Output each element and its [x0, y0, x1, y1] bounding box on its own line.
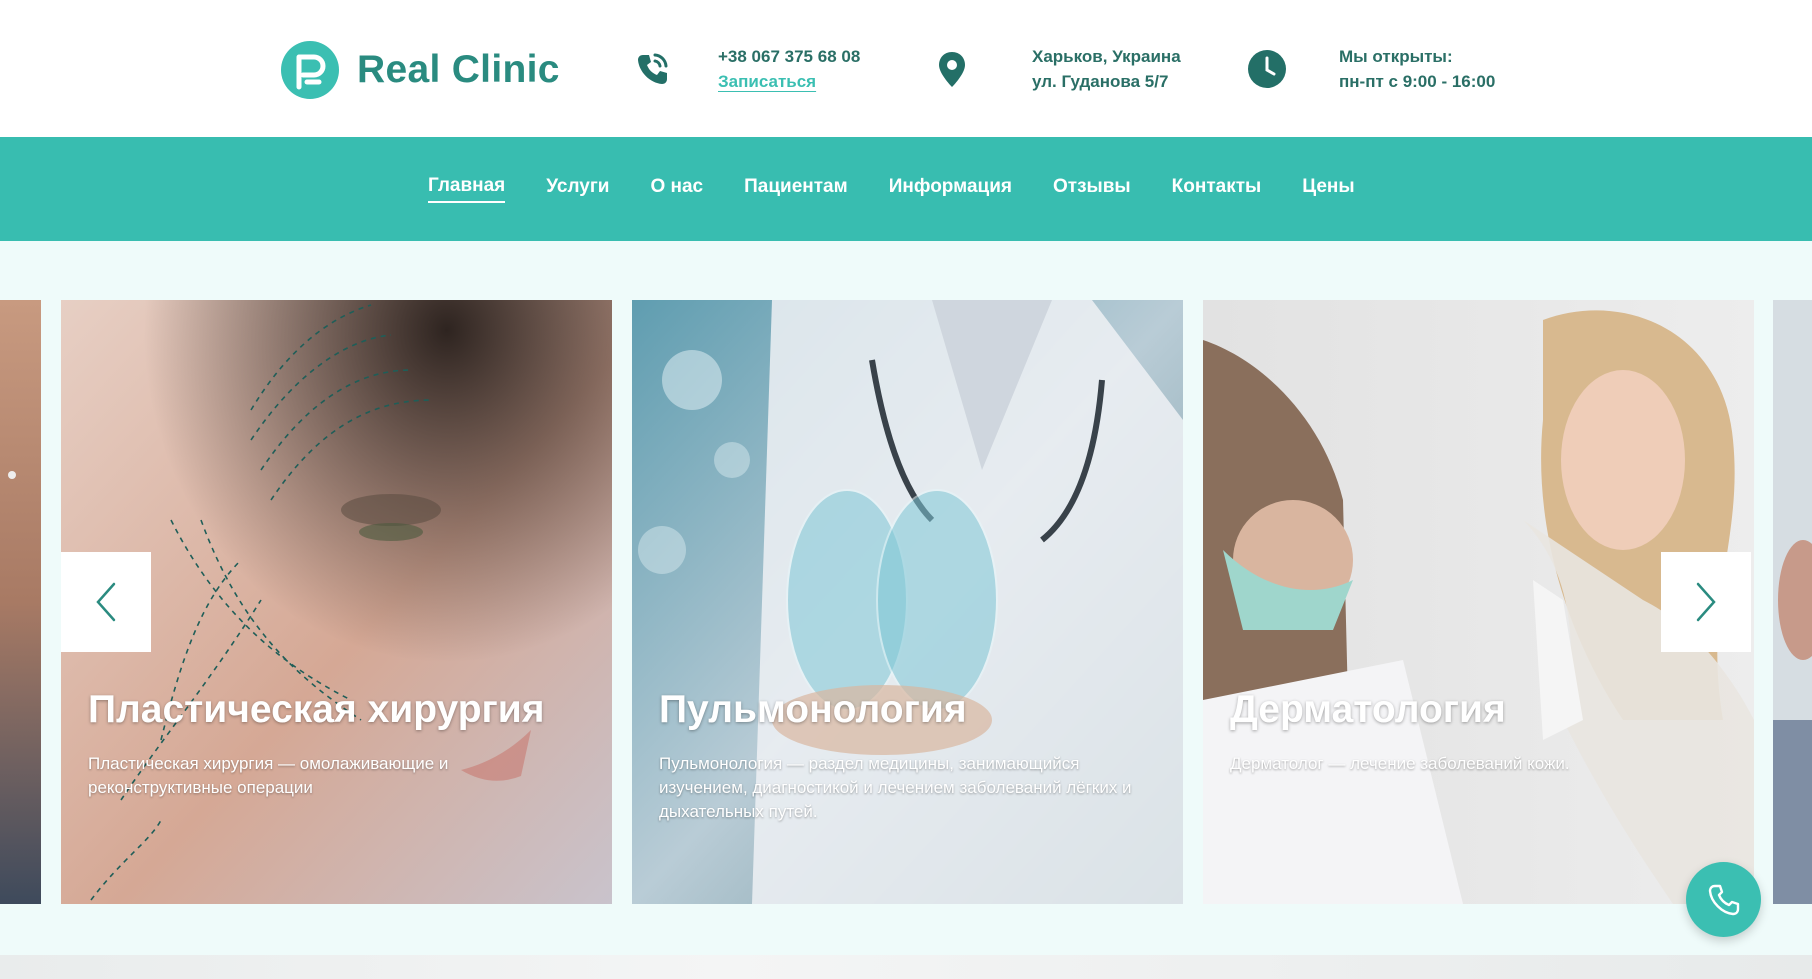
slider-next-button[interactable]: [1661, 552, 1751, 652]
nav-item-contacts[interactable]: Контакты: [1172, 176, 1262, 202]
nav-item-reviews[interactable]: Отзывы: [1053, 176, 1131, 202]
slide-card-partial-right[interactable]: [1773, 300, 1812, 904]
slide-description: Дерматолог — лечение заболеваний кожи.: [1230, 754, 1570, 773]
slider-prev-button[interactable]: [61, 552, 151, 652]
slide-title: Дерматология: [1230, 688, 1506, 731]
slide-title: Пульмонология: [659, 688, 967, 731]
logo-text: Real Clinic: [357, 48, 560, 91]
nav-item-services[interactable]: Услуги: [546, 176, 609, 202]
chevron-left-icon: [96, 582, 116, 622]
phone-number[interactable]: +38 067 375 68 08: [718, 44, 860, 69]
main-nav: Главная Услуги О нас Пациентам Информаци…: [0, 137, 1812, 241]
slide-card-partial-left[interactable]: [0, 300, 41, 904]
phone-block: +38 067 375 68 08 Записаться: [632, 44, 860, 94]
slide-image: [1773, 300, 1812, 904]
nav-item-prices[interactable]: Цены: [1302, 176, 1354, 202]
hours-block: Мы открыты: пн-пт с 9:00 - 16:00: [1247, 44, 1495, 94]
address-street: ул. Гуданова 5/7: [1032, 72, 1169, 91]
logo-mark-icon: [281, 41, 339, 99]
slide-description: Пластическая хирургия — омолаживающие и …: [88, 754, 449, 797]
slide-image: [0, 300, 41, 904]
address-block: Харьков, Украина ул. Гуданова 5/7: [932, 44, 1181, 94]
slide-title: Пластическая хирургия: [88, 688, 545, 731]
clock-icon: [1248, 50, 1286, 88]
site-header: Real Clinic +38 067 375 68 08 Записаться…: [0, 0, 1812, 137]
slide-card-pulmonology[interactable]: Пульмонология Пульмонология — раздел мед…: [632, 300, 1183, 904]
next-section-preview: [0, 955, 1812, 979]
call-button[interactable]: [1686, 862, 1761, 937]
nav-item-home[interactable]: Главная: [428, 175, 506, 203]
signup-link[interactable]: Записаться: [718, 69, 860, 94]
logo[interactable]: Real Clinic: [281, 40, 560, 100]
hours-label: Мы открыты:: [1339, 47, 1453, 66]
phone-icon: [1708, 884, 1739, 915]
chevron-right-icon: [1696, 582, 1716, 622]
phone-icon: [638, 53, 668, 84]
map-pin-icon: [939, 52, 965, 87]
slide-description: Пульмонология — раздел медицины, занимаю…: [659, 754, 1132, 821]
nav-item-information[interactable]: Информация: [889, 176, 1012, 202]
hours-value: пн-пт с 9:00 - 16:00: [1339, 72, 1496, 91]
nav-item-about[interactable]: О нас: [650, 176, 703, 202]
nav-item-patients[interactable]: Пациентам: [744, 176, 848, 202]
address-city: Харьков, Украина: [1032, 47, 1181, 66]
